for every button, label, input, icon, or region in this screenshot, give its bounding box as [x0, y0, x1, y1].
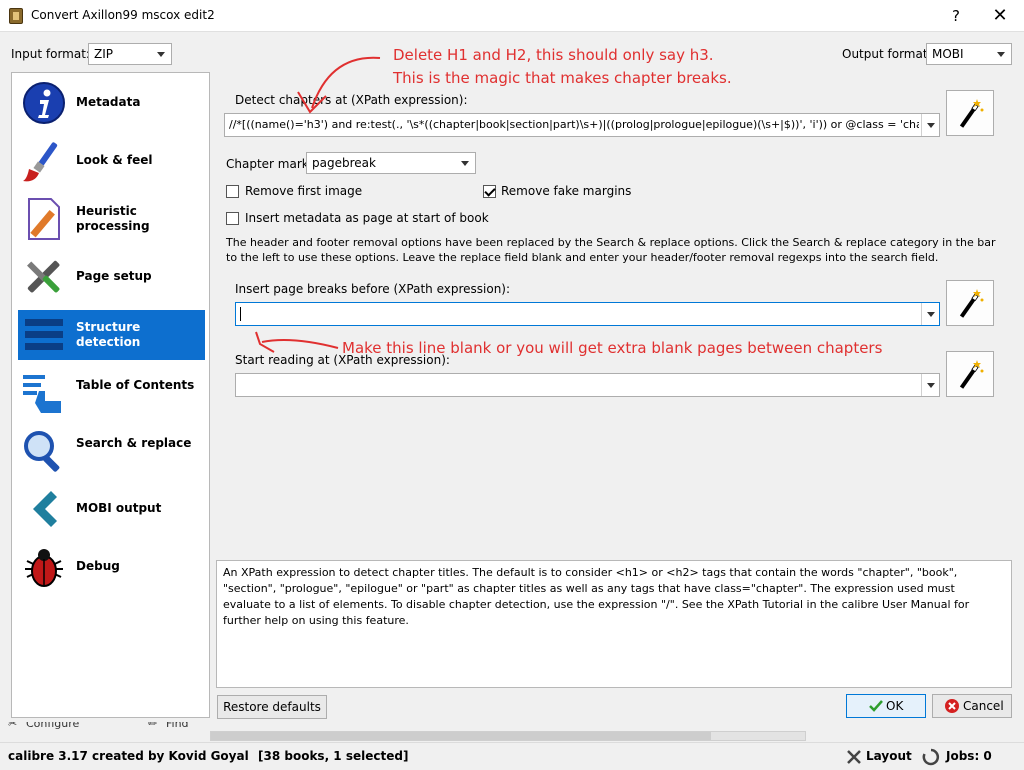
sidebar-item-look-feel[interactable]: Look & feel — [18, 136, 205, 186]
help-description-box: An XPath expression to detect chapter ti… — [216, 560, 1012, 688]
app-version-text: calibre 3.17 created by Kovid Goyal — [8, 749, 249, 763]
chevron-down-icon[interactable] — [921, 114, 939, 136]
chevron-left-icon — [33, 491, 57, 527]
remove-fake-margins-checkbox[interactable] — [483, 185, 496, 198]
layout-tools-icon — [847, 750, 861, 764]
category-sidebar: Metadata Look & feel Heuristic processin… — [11, 72, 210, 718]
restore-defaults-button[interactable]: Restore defaults — [217, 695, 327, 719]
jobs-spinner-icon — [922, 748, 940, 766]
window-title: Convert Axillon99 mscox edit2 — [31, 8, 215, 22]
page-breaks-wizard-button[interactable] — [946, 280, 994, 326]
sidebar-item-label: MOBI output — [76, 501, 162, 515]
sidebar-item-debug[interactable]: Debug — [18, 542, 205, 592]
sidebar-item-label: Structure detection — [76, 320, 141, 349]
annotation-line-3: Make this line blank or you will get ext… — [342, 339, 883, 357]
document-pencil-icon — [28, 198, 60, 240]
chevron-down-icon[interactable] — [921, 374, 939, 396]
chapter-mark-value: pagebreak — [312, 156, 376, 170]
annotation-line-1: Delete H1 and H2, this should only say h… — [393, 46, 714, 64]
magnifier-icon — [24, 431, 60, 472]
magic-wand-icon — [959, 289, 984, 318]
paintbrush-icon — [23, 142, 58, 182]
title-bar: Convert Axillon99 mscox edit2 ? ✕ — [0, 0, 1024, 32]
sidebar-item-metadata[interactable]: Metadata — [18, 78, 205, 128]
chapter-mark-select[interactable]: pagebreak — [306, 152, 476, 174]
sidebar-item-label: Metadata — [76, 95, 141, 109]
configure-icon: ✂ — [8, 722, 18, 730]
info-icon — [23, 82, 65, 124]
start-reading-input[interactable] — [235, 373, 940, 397]
cancel-button[interactable]: Cancel — [932, 694, 1012, 718]
find-label[interactable]: Find — [166, 722, 189, 730]
start-reading-wizard-button[interactable] — [946, 351, 994, 397]
sidebar-item-mobi-output[interactable]: MOBI output — [18, 484, 205, 534]
sidebar-item-page-setup[interactable]: Page setup — [18, 252, 205, 302]
sidebar-item-structure-detection[interactable]: Structure detection — [18, 310, 205, 360]
check-icon — [869, 700, 883, 712]
remove-first-image-label: Remove first image — [245, 184, 363, 198]
jobs-label[interactable]: Jobs: 0 — [946, 749, 992, 763]
sidebar-item-search-replace[interactable]: Search & replace — [18, 426, 205, 476]
book-count-text: [38 books, 1 selected] — [258, 749, 409, 763]
toc-hand-icon — [23, 375, 61, 413]
chevron-down-icon — [461, 161, 469, 166]
page-breaks-label: Insert page breaks before (XPath express… — [235, 282, 511, 296]
find-icon: ✏ — [148, 722, 158, 730]
background-toolbar-strip: ✂ Configure ✏ Find — [0, 722, 1024, 742]
chapter-mark-label: Chapter mark: — [226, 157, 313, 171]
output-format-select[interactable]: MOBI — [926, 43, 1012, 65]
chevron-down-icon — [157, 52, 165, 57]
sidebar-item-label: Page setup — [76, 269, 152, 283]
sidebar-item-label: Debug — [76, 559, 120, 573]
wrench-screwdriver-icon — [27, 260, 60, 293]
sidebar-item-label: Table of Contents — [76, 378, 195, 392]
magic-wand-icon — [959, 360, 984, 389]
text-cursor — [240, 307, 241, 321]
insert-metadata-label: Insert metadata as page at start of book — [245, 211, 489, 225]
sidebar-item-label: Look & feel — [76, 153, 153, 167]
sidebar-item-heuristic[interactable]: Heuristic processing — [18, 194, 205, 244]
output-format-value: MOBI — [932, 47, 964, 61]
sidebar-item-table-of-contents[interactable]: Table of Contents — [18, 368, 205, 418]
configure-label[interactable]: Configure — [26, 722, 79, 730]
output-format-label: Output format: — [842, 47, 932, 61]
scrollbar-thumb[interactable] — [211, 732, 711, 740]
app-book-icon — [9, 8, 23, 24]
remove-first-image-checkbox[interactable] — [226, 185, 239, 198]
horizontal-scrollbar[interactable] — [210, 731, 806, 741]
input-format-select[interactable]: ZIP — [88, 43, 172, 65]
sidebar-item-label: Heuristic processing — [76, 204, 150, 233]
ok-button[interactable]: OK — [846, 694, 926, 718]
cancel-label: Cancel — [963, 699, 1004, 713]
insert-metadata-checkbox[interactable] — [226, 212, 239, 225]
search-replace-info-text: The header and footer removal options ha… — [226, 236, 996, 264]
sidebar-item-label: Search & replace — [76, 436, 192, 450]
input-format-label: Input format: — [11, 47, 90, 61]
status-bar: calibre 3.17 created by Kovid Goyal [38 … — [0, 742, 1024, 770]
chevron-down-icon — [997, 52, 1005, 57]
bug-icon — [25, 549, 63, 587]
detect-chapters-wizard-button[interactable] — [946, 90, 994, 136]
remove-fake-margins-label: Remove fake margins — [501, 184, 632, 198]
structure-lines-icon — [25, 319, 63, 350]
cancel-icon — [945, 699, 959, 713]
annotation-arrow-upper — [297, 56, 381, 114]
input-format-value: ZIP — [94, 47, 113, 61]
layout-label[interactable]: Layout — [866, 749, 912, 763]
close-button[interactable]: ✕ — [982, 4, 1018, 28]
ok-label: OK — [886, 699, 904, 713]
annotation-line-2: This is the magic that makes chapter bre… — [393, 69, 732, 87]
help-button[interactable]: ? — [938, 4, 974, 28]
annotation-arrow-lower — [255, 331, 339, 353]
chevron-down-icon[interactable] — [921, 303, 939, 325]
magic-wand-icon — [959, 99, 984, 128]
